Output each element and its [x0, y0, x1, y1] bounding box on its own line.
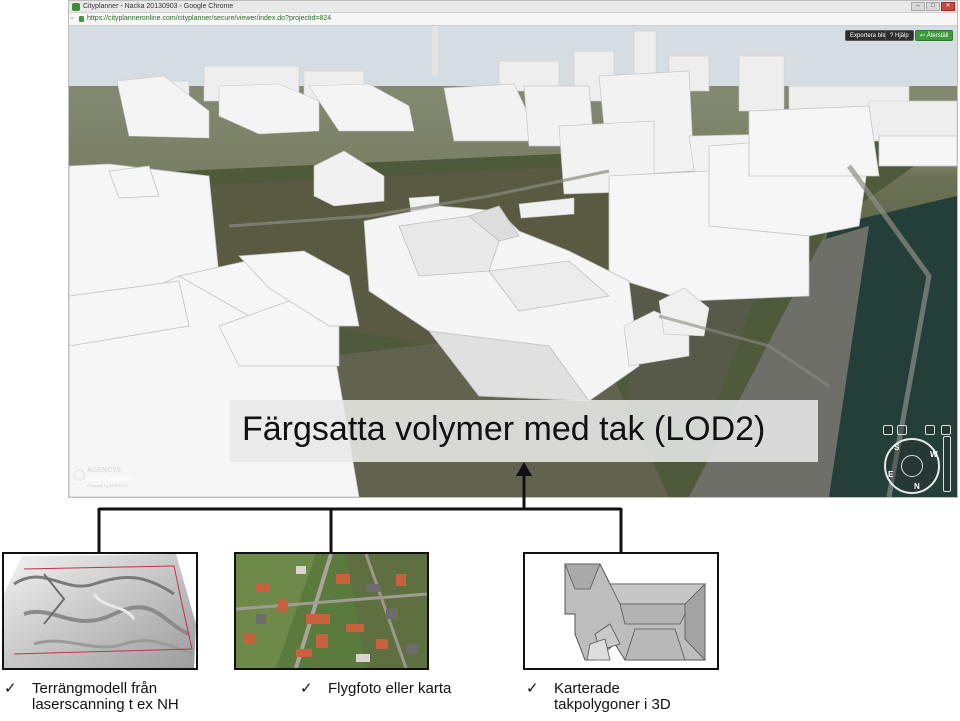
address-bar[interactable]: ▫ https://cityplanneronline.com/cityplan…: [69, 13, 957, 26]
source-label-line: Terrängmodell från: [32, 680, 158, 697]
logo-powered-by: Powered by AGENCY9: [87, 483, 129, 488]
aerial-photo-image: [234, 552, 429, 670]
reset-view-button[interactable]: ↩ Återställ: [915, 30, 954, 41]
rotate-right-icon[interactable]: [925, 425, 935, 435]
source-label-roof: Karterade takpolygoner i 3D: [554, 681, 671, 713]
url-text[interactable]: https://cityplanneronline.com/cityplanne…: [87, 15, 331, 22]
roof-polygon-image: [523, 552, 719, 670]
zoom-slider[interactable]: [943, 436, 951, 492]
lock-view-icon[interactable]: [941, 425, 951, 435]
logo-product: CityPlanner: [87, 474, 132, 483]
terrain-model-image: [2, 552, 198, 670]
logo-company: AGENCY9: [87, 467, 121, 474]
source-label-line: Flygfoto eller karta: [328, 680, 452, 697]
browser-titlebar: Cityplanner - Nacka 20130903 - Google Ch…: [69, 1, 957, 13]
compass-control[interactable]: S W N E: [884, 438, 940, 494]
cityplanner-favicon-icon: [72, 3, 80, 11]
checkmark-icon: ✓: [526, 680, 539, 697]
compass-north: N: [914, 482, 920, 491]
page-icon: ▫: [71, 15, 74, 22]
pan-control-icon[interactable]: [901, 455, 923, 477]
caption-text: Färgsatta volymer med tak (LOD2): [242, 410, 766, 448]
source-label-aerial: Flygfoto eller karta: [328, 681, 451, 697]
source-label-line: laserscanning t ex NH: [32, 696, 179, 713]
rotate-left-icon[interactable]: [897, 425, 907, 435]
source-label-line: Karterade: [554, 680, 620, 697]
close-button[interactable]: ✕: [941, 2, 955, 11]
window-title: Cityplanner - Nacka 20130903 - Google Ch…: [83, 3, 234, 10]
source-label-line: takpolygoner i 3D: [554, 696, 671, 713]
navigation-controls: S W N E: [881, 424, 953, 496]
grid-view-icon[interactable]: [883, 425, 893, 435]
caption-overlay: Färgsatta volymer med tak (LOD2): [230, 400, 818, 462]
cityplanner-logo: AGENCY9 CityPlanner Powered by AGENCY9: [73, 466, 143, 490]
checkmark-icon: ✓: [4, 680, 17, 697]
compass-east: E: [888, 470, 894, 479]
maximize-button[interactable]: □: [926, 2, 940, 11]
source-label-terrain: Terrängmodell från laserscanning t ex NH: [32, 681, 179, 713]
compass-south: S: [894, 443, 900, 452]
minimize-button[interactable]: –: [911, 2, 925, 11]
lock-icon: [79, 16, 84, 22]
window-controls: – □ ✕: [911, 2, 955, 11]
logo-ring-icon: [73, 469, 85, 481]
compass-west: W: [930, 450, 938, 459]
checkmark-icon: ✓: [300, 680, 313, 697]
help-button[interactable]: ? Hjälp: [885, 30, 914, 41]
